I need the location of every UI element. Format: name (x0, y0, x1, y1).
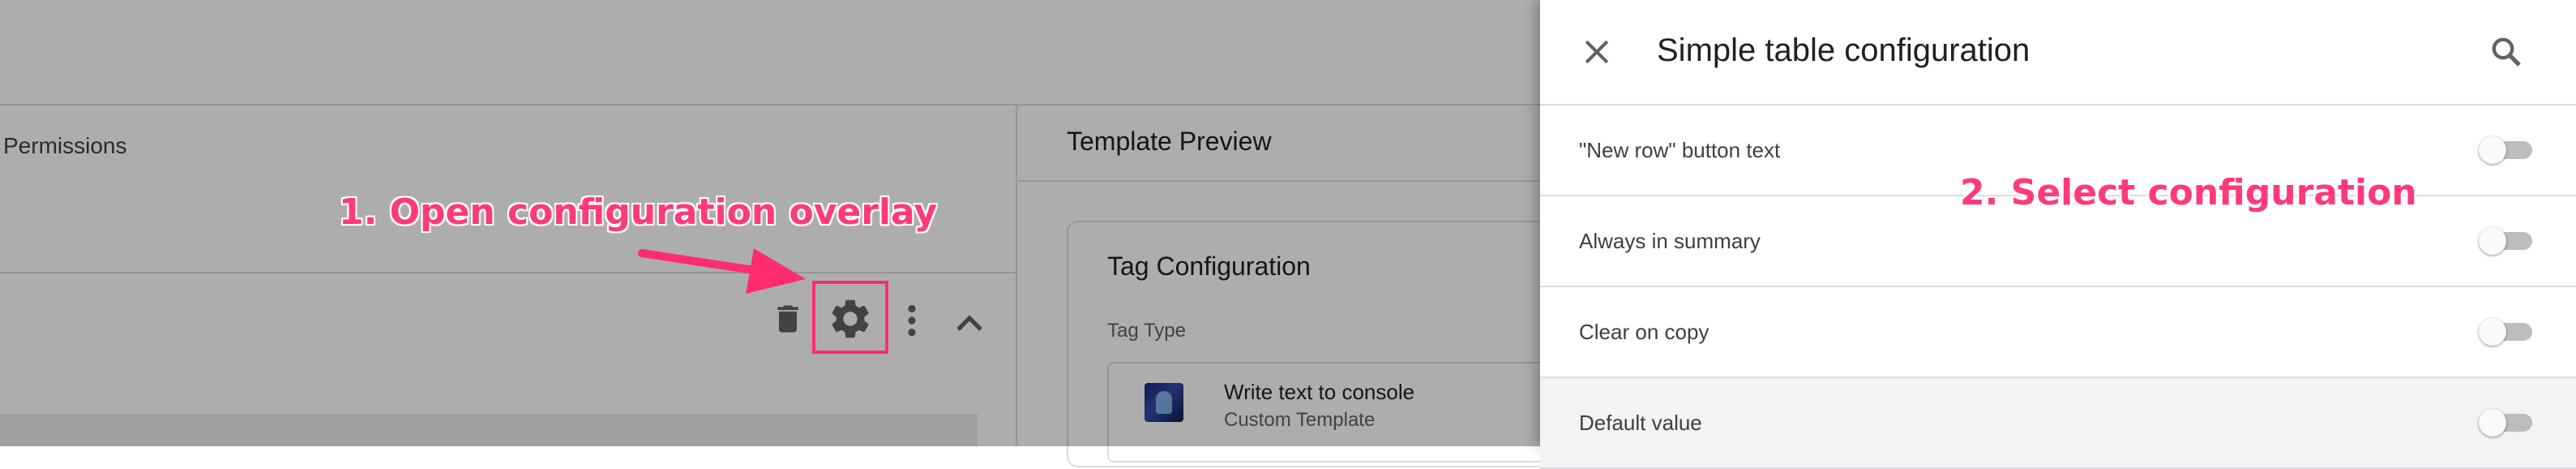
close-button[interactable] (1579, 34, 1615, 70)
config-row-label: "New row" button text (1579, 138, 1781, 162)
config-row-label: Default value (1579, 411, 1702, 435)
panel-header: Simple table configuration (1540, 0, 2576, 105)
config-row-clear-on-copy[interactable]: Clear on copy (1540, 287, 2576, 378)
toggle-switch[interactable] (2479, 136, 2537, 164)
toggle-switch[interactable] (2479, 227, 2537, 255)
annotation-step-2: 2. Select configuration (1960, 172, 2417, 213)
search-button[interactable] (2487, 32, 2526, 71)
config-row-label: Clear on copy (1579, 320, 1709, 344)
config-row-default-value[interactable]: Default value (1540, 378, 2576, 469)
config-row-label: Always in summary (1579, 229, 1761, 253)
toggle-switch[interactable] (2479, 409, 2537, 437)
configuration-overlay-panel: Simple table configuration "New row" but… (1540, 0, 2576, 469)
annotation-step-1: 1. Open configuration overlay (339, 191, 938, 233)
annotation-arrow-icon (638, 248, 806, 294)
toggle-switch[interactable] (2479, 318, 2537, 346)
panel-title: Simple table configuration (1657, 32, 2030, 68)
search-icon (2492, 37, 2521, 67)
close-icon (1585, 40, 1609, 64)
